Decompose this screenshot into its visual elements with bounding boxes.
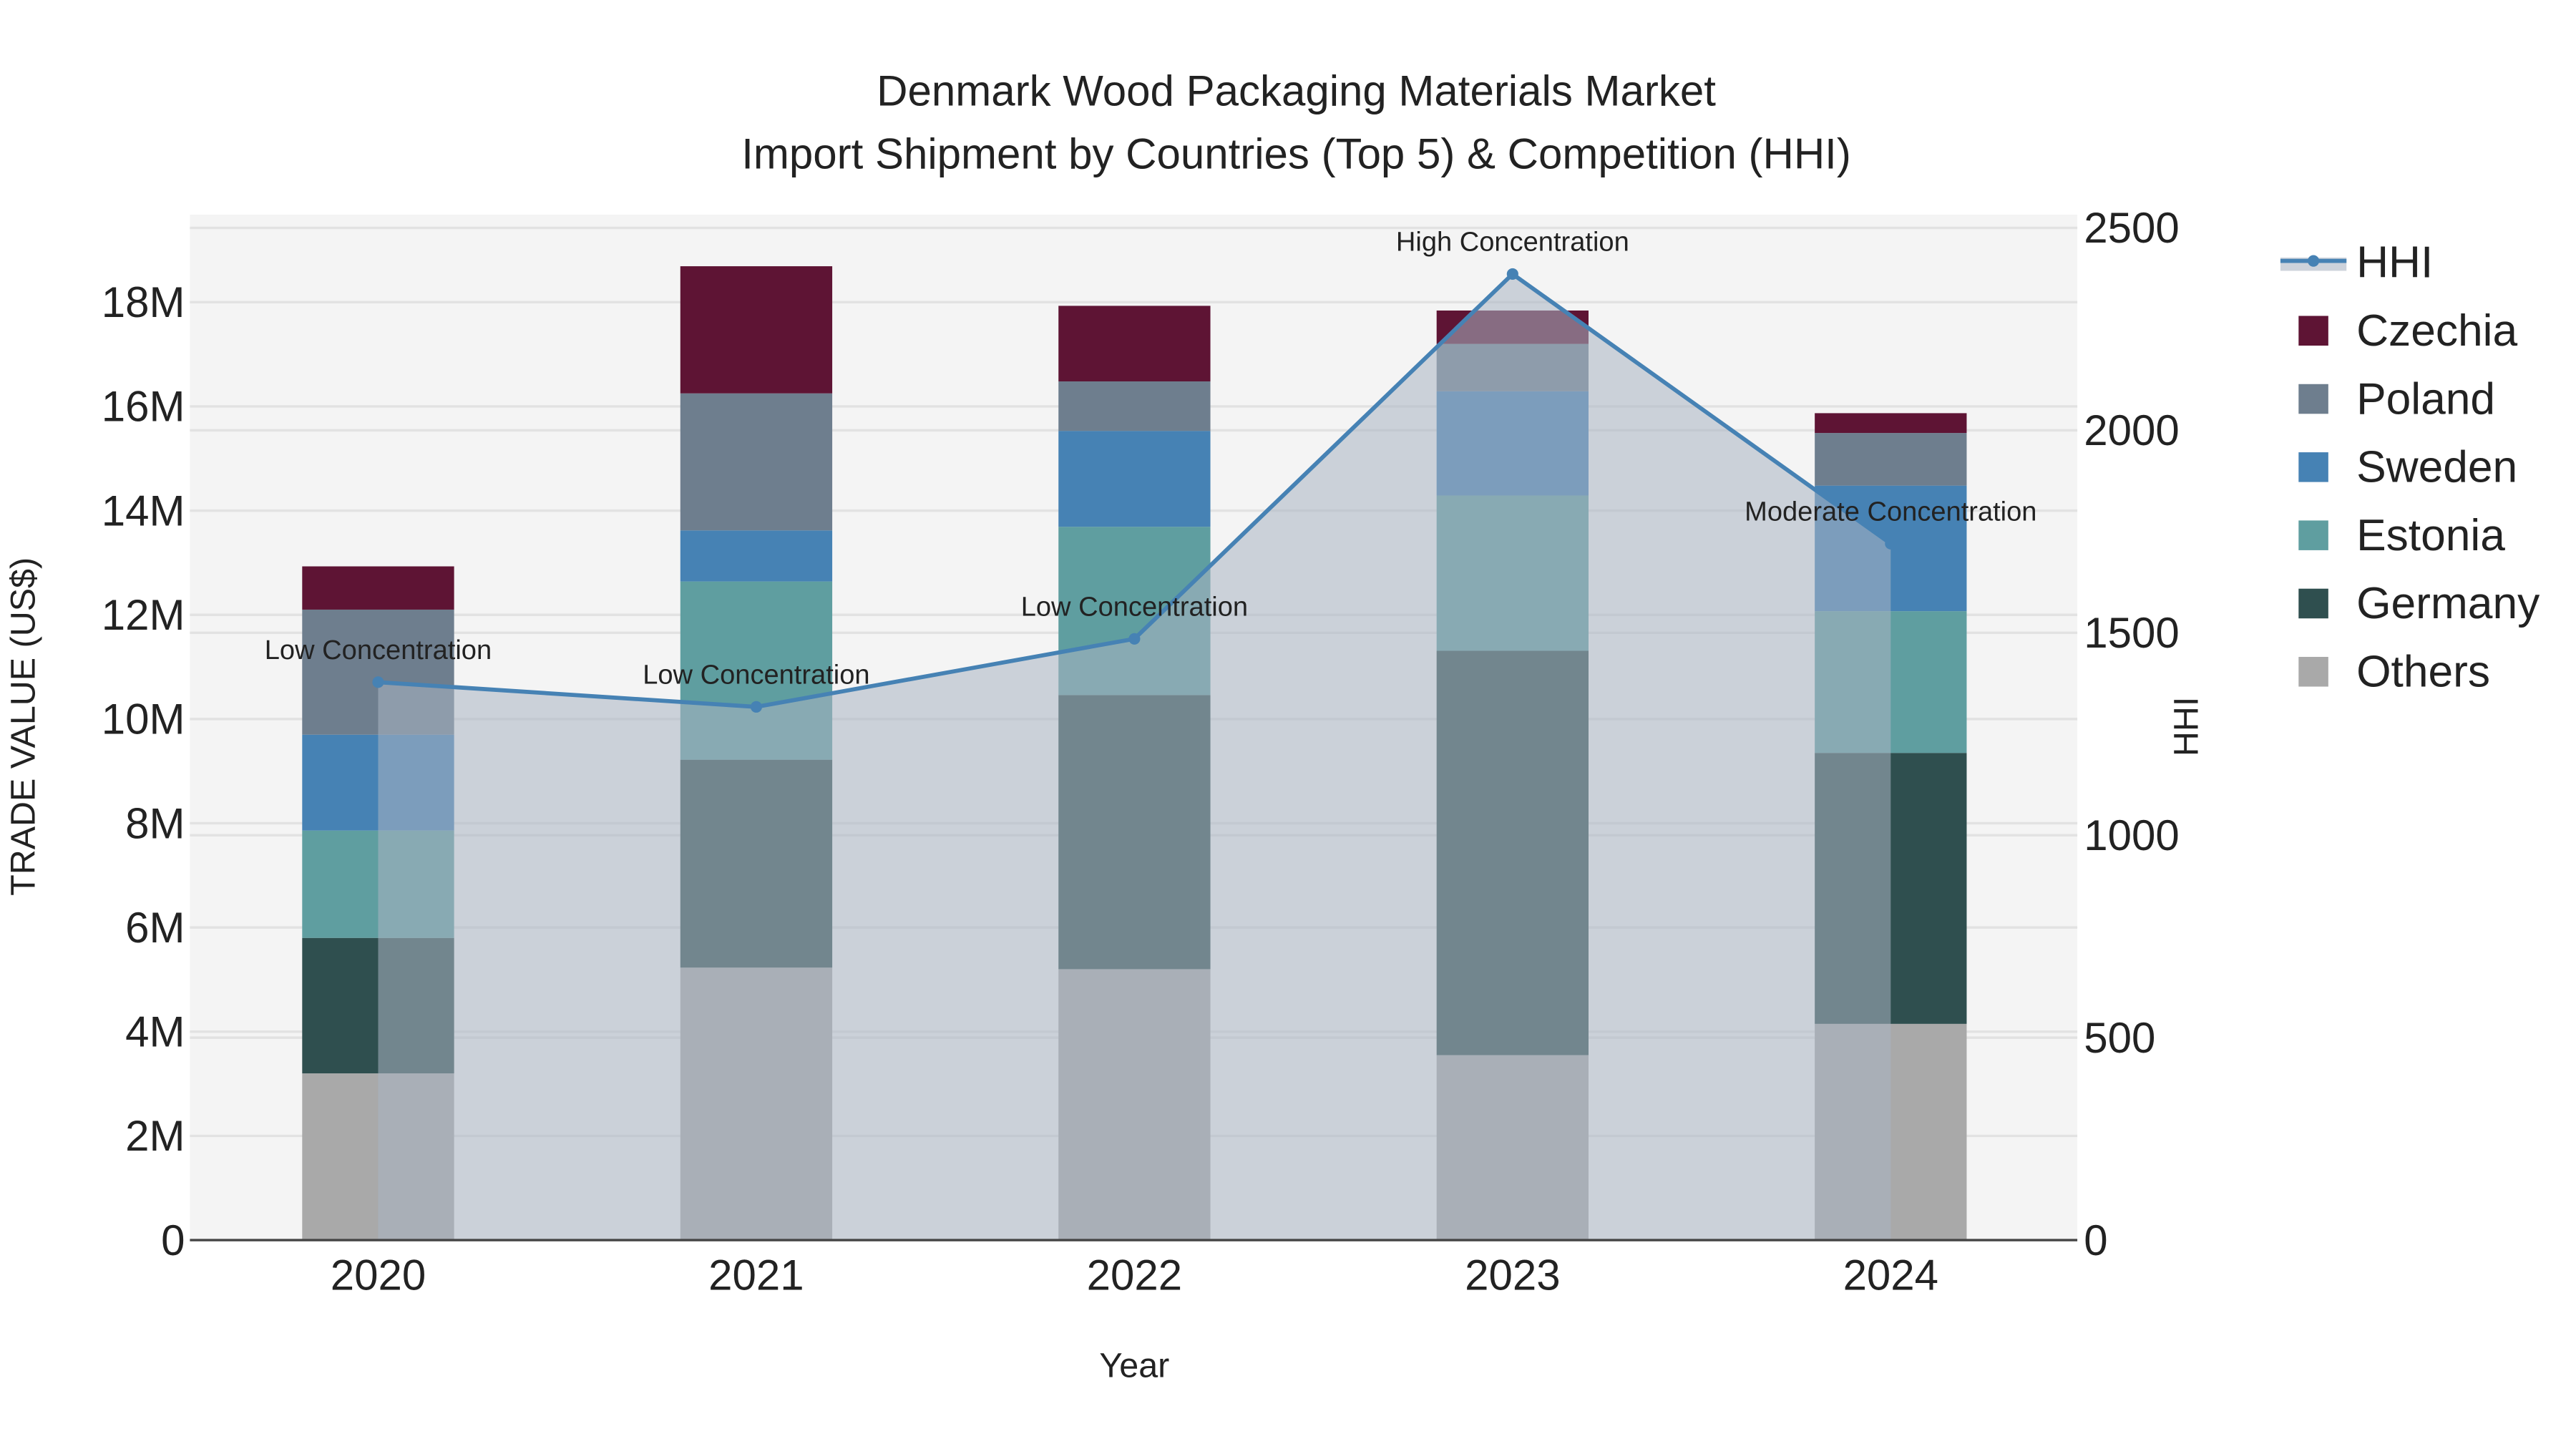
y-tick-label: 0 bbox=[161, 1216, 185, 1264]
legend-swatch-germany bbox=[2298, 588, 2328, 619]
y2-tick-label: 2500 bbox=[2084, 204, 2179, 252]
y-tick-label: 18M bbox=[102, 278, 185, 326]
y2-tick-label: 1500 bbox=[2084, 609, 2179, 657]
bar-poland-2021 bbox=[680, 393, 833, 531]
hhi-point bbox=[750, 701, 762, 713]
x-tick-label: 2023 bbox=[1465, 1251, 1560, 1299]
legend-swatch-czechia bbox=[2298, 316, 2328, 346]
chart-title-line1: Denmark Wood Packaging Materials Market bbox=[877, 67, 1716, 115]
legend-hhi-marker bbox=[2308, 255, 2320, 267]
hhi-annotation: Low Concentration bbox=[643, 660, 869, 691]
legend-swatch-estonia bbox=[2298, 520, 2328, 550]
y-tick-label: 12M bbox=[102, 591, 185, 639]
legend: HHI Czechia Poland Sweden Estonia Germany Othe… bbox=[2280, 238, 2540, 697]
y-axis-title: TRADE VALUE (US$) bbox=[4, 557, 42, 896]
y-tick-label: 8M bbox=[125, 799, 185, 847]
legend-label-others: Others bbox=[2356, 648, 2490, 697]
y-tick-label: 2M bbox=[125, 1112, 185, 1160]
bar-poland-2024 bbox=[1815, 433, 1967, 486]
legend-label-estonia: Estonia bbox=[2356, 511, 2505, 560]
hhi-annotation: Low Concentration bbox=[1021, 592, 1248, 622]
hhi-annotation: Low Concentration bbox=[265, 635, 492, 665]
bar-poland-2022 bbox=[1058, 381, 1211, 431]
x-axis-title: Year bbox=[1099, 1347, 1169, 1385]
hhi-point bbox=[1128, 633, 1141, 645]
legend-label-hhi: HHI bbox=[2356, 238, 2433, 288]
chart: Low Concentration Low Concentration Low Co… bbox=[4, 67, 2540, 1385]
legend-label-poland: Poland bbox=[2356, 374, 2495, 424]
chart-title-line2: Import Shipment by Countries (Top 5) & C… bbox=[741, 130, 1851, 177]
bar-czechia-2020 bbox=[302, 566, 454, 610]
hhi-point bbox=[1885, 537, 1897, 550]
y2-tick-label: 1000 bbox=[2084, 811, 2179, 859]
y2-tick-label: 0 bbox=[2084, 1216, 2107, 1264]
x-tick-label: 2021 bbox=[708, 1251, 804, 1299]
legend-swatch-poland bbox=[2298, 384, 2328, 414]
bar-czechia-2024 bbox=[1815, 413, 1967, 434]
legend-swatch-others bbox=[2298, 657, 2328, 687]
y-tick-label: 4M bbox=[125, 1008, 185, 1056]
legend-label-czechia: Czechia bbox=[2356, 306, 2517, 356]
x-tick-label: 2020 bbox=[331, 1251, 426, 1299]
bar-sweden-2022 bbox=[1058, 431, 1211, 527]
x-tick-label: 2024 bbox=[1843, 1251, 1938, 1299]
y2-axis-title: HHI bbox=[2167, 697, 2206, 756]
y-tick-label: 14M bbox=[102, 487, 185, 535]
y-tick-label: 6M bbox=[125, 904, 185, 952]
hhi-annotation: High Concentration bbox=[1396, 228, 1629, 258]
bar-sweden-2021 bbox=[680, 530, 833, 582]
y-tick-label: 16M bbox=[102, 383, 185, 431]
hhi-point bbox=[1506, 268, 1518, 280]
y2-tick-label: 500 bbox=[2084, 1014, 2155, 1062]
legend-swatch-sweden bbox=[2298, 452, 2328, 482]
bar-czechia-2022 bbox=[1058, 306, 1211, 381]
hhi-point bbox=[372, 676, 384, 688]
legend-label-sweden: Sweden bbox=[2356, 443, 2517, 492]
y-tick-label: 10M bbox=[102, 696, 185, 743]
legend-label-germany: Germany bbox=[2356, 579, 2540, 628]
y2-tick-label: 2000 bbox=[2084, 406, 2179, 454]
x-tick-label: 2022 bbox=[1087, 1251, 1182, 1299]
bar-czechia-2021 bbox=[680, 266, 833, 394]
hhi-annotation: Moderate Concentration bbox=[1745, 497, 2036, 527]
